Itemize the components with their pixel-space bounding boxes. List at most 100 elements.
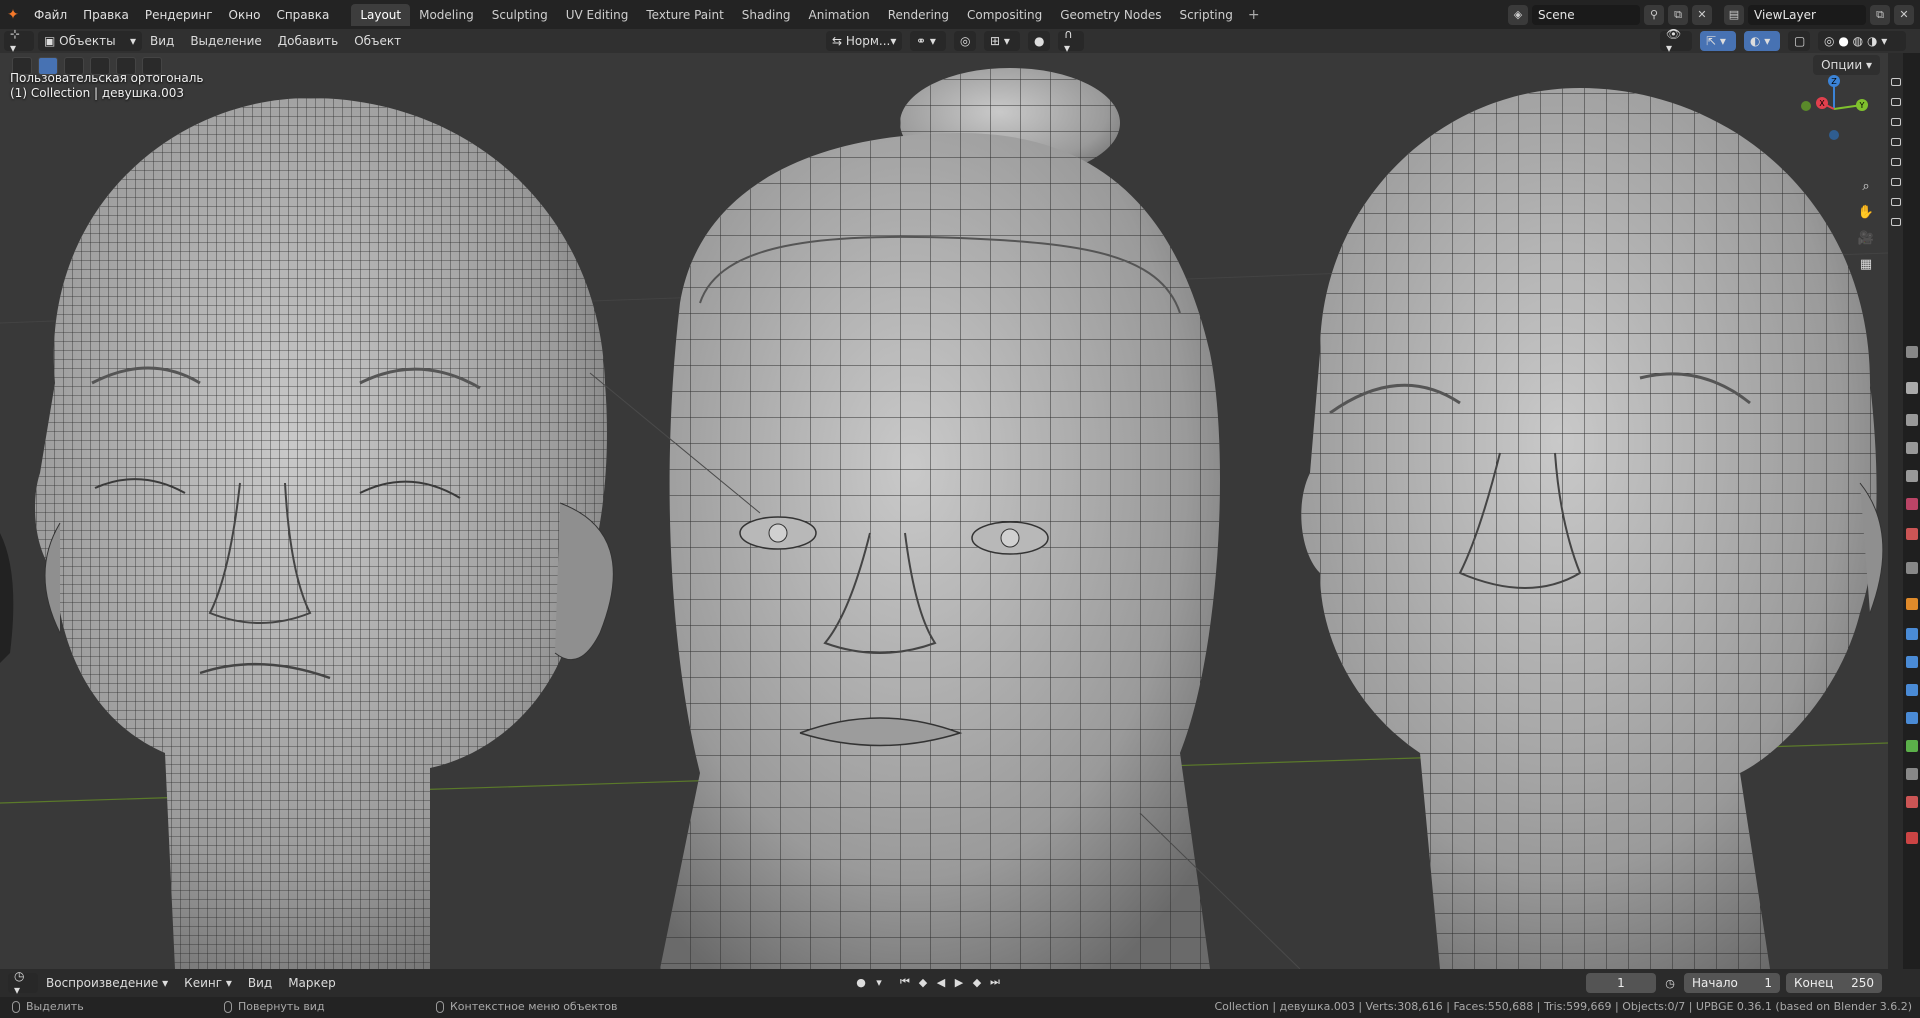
camera-icon[interactable]: [1891, 178, 1901, 186]
context-hint-label: Контекстное меню объектов: [450, 1000, 618, 1013]
view-layer-field[interactable]: ViewLayer: [1748, 4, 1866, 25]
keying-menu[interactable]: Кеинг ▾: [176, 976, 240, 990]
playback-menu[interactable]: Воспроизведение ▾: [38, 976, 176, 990]
modifier-wrench-icon[interactable]: [1906, 628, 1918, 640]
texture-icon[interactable]: [1906, 832, 1918, 844]
material-icon[interactable]: [1906, 796, 1918, 808]
new-scene-icon[interactable]: ⧉: [1668, 4, 1688, 25]
jump-end-icon[interactable]: ⏭: [987, 973, 1003, 991]
snap-toggle[interactable]: ◎: [954, 31, 976, 51]
render-icon[interactable]: [1906, 414, 1918, 426]
mode-dropdown[interactable]: ▣ Объекты ▾: [38, 31, 142, 51]
tab-layout[interactable]: Layout: [351, 3, 411, 26]
stopwatch-icon[interactable]: ◷: [1662, 974, 1678, 992]
navigation-gizmo[interactable]: Z Y X: [1800, 75, 1868, 143]
camera-icon[interactable]: [1891, 138, 1901, 146]
menu-render[interactable]: Рендеринг: [137, 4, 221, 26]
record-options-icon[interactable]: ▾: [871, 973, 887, 991]
orientation-dropdown[interactable]: ⇆ Норм... ▾: [826, 31, 902, 51]
ortho-toggle-icon[interactable]: ▦: [1855, 253, 1877, 275]
visibility-dropdown[interactable]: 👁 ▾: [1660, 27, 1692, 55]
camera-icon[interactable]: [1891, 218, 1901, 226]
particles-icon[interactable]: [1906, 656, 1918, 668]
pan-hand-icon[interactable]: ✋: [1855, 201, 1877, 223]
object-props-icon[interactable]: [1906, 598, 1918, 610]
pivot-dropdown[interactable]: ⚭ ▾: [910, 31, 946, 51]
jump-start-icon[interactable]: ⏮: [897, 973, 913, 991]
jump-keyframe-back-icon[interactable]: ◆: [915, 973, 931, 991]
camera-view-icon[interactable]: 🎥: [1855, 227, 1877, 249]
zoom-icon[interactable]: ⌕: [1855, 175, 1877, 197]
current-frame-field[interactable]: 1: [1586, 973, 1656, 993]
record-icon[interactable]: ●: [853, 973, 869, 991]
constraints-icon[interactable]: [1906, 712, 1918, 724]
shading-modes[interactable]: ◎ ● ◍ ◑ ▾: [1818, 31, 1906, 51]
tab-geometry-nodes[interactable]: Geometry Nodes: [1051, 4, 1170, 26]
menu-view[interactable]: Вид: [142, 34, 182, 48]
tab-texture-paint[interactable]: Texture Paint: [637, 4, 732, 26]
camera-icon[interactable]: [1891, 198, 1901, 206]
scene-props-icon[interactable]: [1906, 498, 1918, 510]
material-shading-icon[interactable]: ◍: [1853, 34, 1863, 48]
menu-window[interactable]: Окно: [221, 4, 269, 26]
tab-sculpting[interactable]: Sculpting: [483, 4, 557, 26]
collection-icon[interactable]: [1906, 562, 1918, 574]
tab-rendering[interactable]: Rendering: [879, 4, 958, 26]
add-workspace-icon[interactable]: +: [1242, 7, 1266, 23]
overlay-toggle[interactable]: ◐ ▾: [1744, 31, 1780, 51]
jump-keyframe-forward-icon[interactable]: ◆: [969, 973, 985, 991]
tool-icon[interactable]: [1906, 382, 1918, 394]
new-view-layer-icon[interactable]: ⧉: [1870, 4, 1890, 25]
falloff-dropdown[interactable]: ∩ ▾: [1058, 27, 1084, 55]
camera-icon[interactable]: [1891, 78, 1901, 86]
options-dropdown[interactable]: Опции ▾: [1813, 55, 1880, 75]
delete-view-layer-icon[interactable]: ✕: [1894, 4, 1914, 25]
tab-compositing[interactable]: Compositing: [958, 4, 1051, 26]
world-icon[interactable]: [1906, 528, 1918, 540]
tab-modeling[interactable]: Modeling: [410, 4, 483, 26]
scene-name-field[interactable]: Scene: [1532, 4, 1640, 25]
tool-settings-icon[interactable]: [1906, 346, 1918, 358]
timeline-view-menu[interactable]: Вид: [240, 976, 280, 990]
tab-uv-editing[interactable]: UV Editing: [557, 4, 638, 26]
3d-viewport[interactable]: Пользовательская ортогональ (1) Collecti…: [0, 53, 1888, 969]
view-layer-props-icon[interactable]: [1906, 470, 1918, 482]
timeline-editor-type[interactable]: ◷ ▾: [8, 969, 38, 997]
tab-scripting[interactable]: Scripting: [1170, 4, 1241, 26]
start-frame-field[interactable]: Начало 1: [1684, 973, 1780, 993]
menu-add[interactable]: Добавить: [270, 34, 346, 48]
snap-dropdown[interactable]: ⊞ ▾: [984, 31, 1020, 51]
transform-controls: ⇆ Норм... ▾ ⚭ ▾ ◎ ⊞ ▾ ● ∩ ▾: [822, 27, 1084, 55]
tab-shading[interactable]: Shading: [733, 4, 800, 26]
marker-menu[interactable]: Маркер: [280, 976, 344, 990]
gizmo-toggle[interactable]: ⇱ ▾: [1700, 31, 1736, 51]
output-icon[interactable]: [1906, 442, 1918, 454]
camera-icon[interactable]: [1891, 158, 1901, 166]
menu-edit[interactable]: Правка: [75, 4, 137, 26]
delete-scene-icon[interactable]: ✕: [1692, 4, 1712, 25]
rendered-shading-icon[interactable]: ◑: [1867, 34, 1877, 48]
menu-object[interactable]: Объект: [346, 34, 409, 48]
menu-help[interactable]: Справка: [268, 4, 337, 26]
playback-controls: ● ▾ ⏮ ◆ ◀ ▶ ◆ ⏭: [853, 973, 1003, 991]
object-data-icon[interactable]: [1906, 740, 1918, 752]
pin-icon[interactable]: ⚲: [1644, 4, 1664, 25]
play-icon[interactable]: ▶: [951, 973, 967, 991]
menu-file[interactable]: Файл: [26, 4, 75, 26]
camera-icon[interactable]: [1891, 118, 1901, 126]
proportional-edit-toggle[interactable]: ●: [1028, 31, 1050, 51]
physics-icon[interactable]: [1906, 684, 1918, 696]
shader-fx-icon[interactable]: [1906, 768, 1918, 780]
wireframe-shading-icon[interactable]: ◎: [1824, 34, 1834, 48]
play-reverse-icon[interactable]: ◀: [933, 973, 949, 991]
view-layer-icon[interactable]: ▤: [1724, 4, 1744, 25]
menu-select[interactable]: Выделение: [182, 34, 269, 48]
xray-toggle[interactable]: ▢: [1788, 31, 1810, 51]
scene-selector-icon[interactable]: ◈: [1508, 4, 1528, 25]
solid-shading-icon[interactable]: ●: [1838, 34, 1848, 48]
camera-icon[interactable]: [1891, 98, 1901, 106]
end-frame-field[interactable]: Конец 250: [1786, 973, 1882, 993]
blender-logo-icon[interactable]: ✦: [0, 0, 26, 29]
editor-type-dropdown[interactable]: ⊹ ▾: [4, 27, 34, 55]
tab-animation[interactable]: Animation: [800, 4, 879, 26]
